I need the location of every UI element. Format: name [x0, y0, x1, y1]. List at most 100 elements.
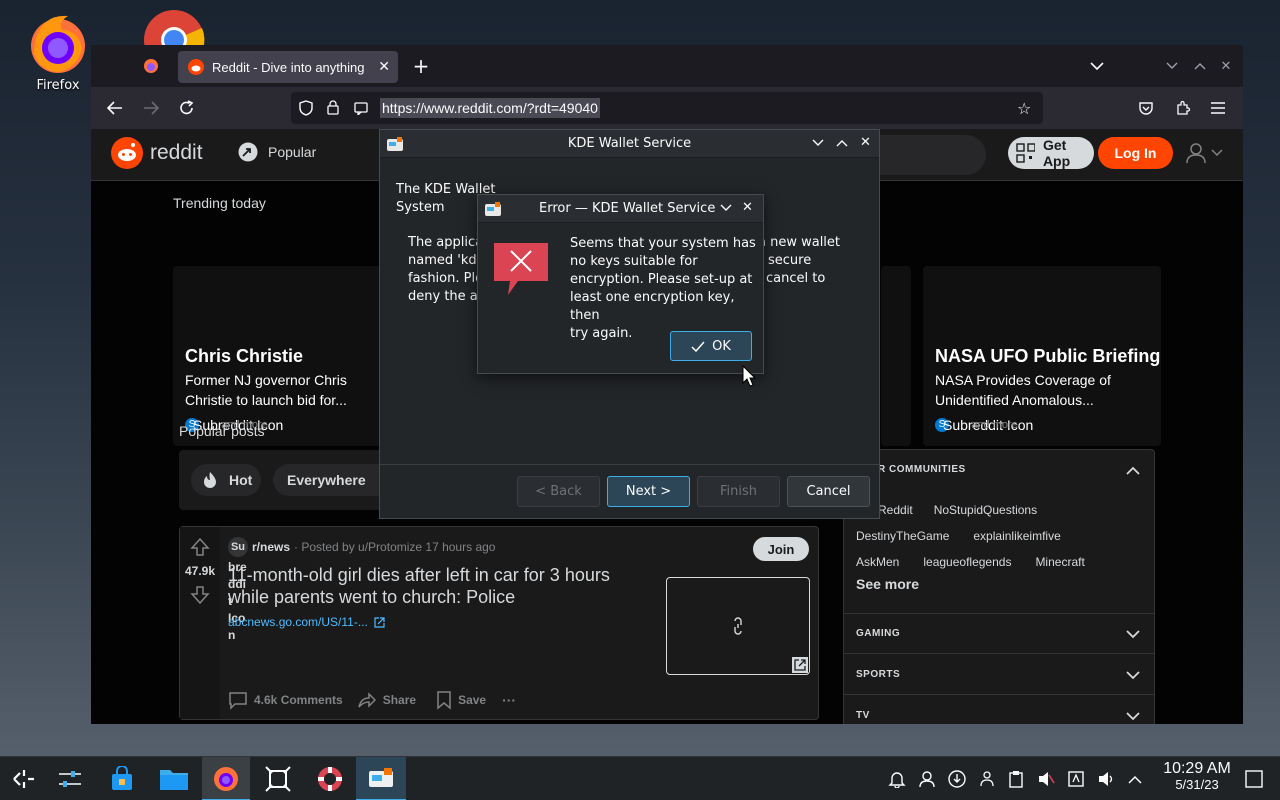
notifications-tray-icon[interactable]	[887, 769, 907, 789]
help-taskbar-item[interactable]	[306, 757, 354, 800]
subreddit-link[interactable]: r/news	[252, 540, 290, 554]
error-titlebar[interactable]: Error — KDE Wallet Service ✕	[478, 195, 763, 223]
close-icon[interactable]: ✕	[742, 200, 753, 215]
get-app-label: Get App	[1042, 137, 1071, 169]
ok-button[interactable]: OK	[670, 331, 752, 361]
kde-wallet-titlebar[interactable]: KDE Wallet Service ✕	[380, 130, 879, 158]
list-all-tabs-icon[interactable]	[1086, 55, 1108, 77]
user-menu-button[interactable]	[1185, 142, 1223, 164]
finish-button[interactable]: Finish	[697, 476, 780, 507]
desktop-firefox-icon[interactable]: Firefox	[26, 8, 90, 93]
post-title[interactable]: 11-month-old girl dies after left in car…	[228, 564, 648, 608]
tab-reddit[interactable]: Reddit - Dive into anything ✕	[178, 51, 398, 83]
system-settings-launcher[interactable]	[46, 757, 94, 800]
extensions-button[interactable]	[1172, 97, 1194, 119]
reload-button[interactable]	[175, 96, 199, 120]
close-window-icon[interactable]: ✕	[1216, 55, 1236, 77]
post-actions: 4.6k Comments Share Save ···	[228, 690, 516, 710]
tracking-protection-shield-icon[interactable]	[299, 100, 313, 120]
community-chip[interactable]: DestinyTheGame	[856, 529, 949, 543]
trending-card[interactable]: NASA UFO Public Briefing NASA Provides C…	[923, 266, 1161, 446]
qr-code-icon	[1016, 143, 1035, 163]
post-link[interactable]: abcnews.go.com/US/11-...	[228, 615, 385, 629]
back-button[interactable]	[103, 96, 127, 120]
clock[interactable]: 10:29 AM 5/31/23	[1150, 761, 1244, 793]
app-menu-button[interactable]	[1207, 97, 1229, 119]
tab-bar: Reddit - Dive into anything ✕ + ✕	[91, 45, 1243, 87]
join-button[interactable]: Join	[753, 537, 809, 561]
sort-hot-button[interactable]: Hot	[191, 464, 261, 496]
forward-button[interactable]	[139, 96, 163, 120]
minimize-icon[interactable]	[812, 139, 824, 147]
input-method-tray-icon[interactable]	[1066, 769, 1086, 789]
community-chip[interactable]: NoStupidQuestions	[934, 503, 1037, 517]
show-hidden-tray-icon[interactable]	[1125, 769, 1145, 789]
desktop-chrome-icon[interactable]	[142, 8, 206, 46]
trending-card-partial[interactable]	[881, 266, 911, 446]
window-manager-taskbar-item[interactable]	[254, 757, 302, 800]
file-manager-launcher[interactable]	[150, 757, 198, 800]
audio-muted-tray-icon[interactable]	[1036, 769, 1056, 789]
update-tray-icon[interactable]	[947, 769, 967, 789]
community-chip[interactable]: AskMen	[856, 555, 899, 569]
search-bar[interactable]	[876, 135, 986, 175]
share-icon	[357, 692, 376, 708]
next-button[interactable]: Next >	[607, 476, 690, 507]
post-card[interactable]: 47.9k Su r/news · Posted by u/Protomize …	[179, 526, 819, 720]
section-gaming[interactable]: GAMING	[844, 614, 1154, 654]
maximize-window-icon[interactable]	[1190, 55, 1210, 77]
comments-button[interactable]: 4.6k Comments	[228, 690, 343, 710]
popular-nav[interactable]: Popular	[238, 142, 316, 162]
trending-card[interactable]: Chris Christie Former NJ governor Chris …	[173, 266, 411, 446]
back-button[interactable]: < Back	[517, 476, 600, 507]
trending-subreddit[interactable]: S Subreddit Icon and more	[935, 417, 1033, 433]
save-button[interactable]: Save	[436, 690, 486, 710]
maximize-icon[interactable]	[836, 139, 848, 147]
community-chip[interactable]: leagueoflegends	[923, 555, 1011, 569]
section-sports[interactable]: SPORTS	[844, 655, 1154, 695]
get-app-button[interactable]: Get App	[1008, 137, 1094, 169]
post-thumbnail[interactable]	[666, 577, 810, 675]
community-chip[interactable]: explainlikeimfive	[973, 529, 1060, 543]
community-chip[interactable]: Minecraft	[1035, 555, 1084, 569]
application-launcher[interactable]	[0, 757, 48, 800]
show-desktop-icon[interactable]	[1244, 769, 1264, 789]
vote-count: 47.9k	[184, 564, 216, 578]
clipboard-tray-icon[interactable]	[1006, 769, 1026, 789]
see-more-link[interactable]: See more	[856, 576, 919, 592]
kwallet-taskbar-item[interactable]	[356, 757, 406, 800]
downvote-icon[interactable]	[190, 585, 210, 605]
url-bar[interactable]: https://www.reddit.com/?rdt=49040 ☆	[291, 92, 1043, 124]
reddit-logo[interactable]: reddit	[111, 137, 203, 169]
section-tv[interactable]: TV	[844, 696, 1154, 724]
login-button[interactable]: Log In	[1098, 137, 1173, 169]
discover-launcher[interactable]	[98, 757, 146, 800]
error-dialog: Error — KDE Wallet Service ✕ Seems that …	[477, 194, 764, 374]
url-text[interactable]: https://www.reddit.com/?rdt=49040	[380, 98, 600, 118]
close-icon[interactable]: ✕	[860, 135, 871, 150]
permissions-icon[interactable]	[354, 100, 368, 119]
firefox-view-tab[interactable]	[137, 55, 165, 77]
minimize-icon[interactable]	[720, 204, 732, 212]
community-chip[interactable]: Reddit	[878, 503, 913, 517]
bookmark-star-icon[interactable]: ☆	[1017, 99, 1031, 118]
checkmark-icon	[691, 341, 705, 352]
user-tray-icon[interactable]	[917, 769, 937, 789]
subreddit-avatar[interactable]: Su	[228, 537, 248, 557]
ok-label: OK	[712, 338, 731, 354]
lock-icon[interactable]	[327, 100, 339, 119]
volume-tray-icon[interactable]	[1096, 769, 1116, 789]
body-line: a new wallet	[758, 235, 841, 250]
share-button[interactable]: Share	[357, 690, 416, 710]
more-options-icon[interactable]: ···	[502, 692, 516, 708]
minimize-window-icon[interactable]	[1162, 55, 1182, 77]
kde-wallet-body-right: a new wallet secure cancel to	[758, 234, 840, 288]
kdeconnect-tray-icon[interactable]	[977, 769, 997, 789]
new-tab-button[interactable]: +	[409, 54, 433, 78]
upvote-icon[interactable]	[190, 537, 210, 557]
popular-communities-header[interactable]: ULAR COMMUNITIES	[844, 450, 1154, 490]
cancel-button[interactable]: Cancel	[787, 476, 870, 507]
tab-close-icon[interactable]: ✕	[378, 59, 390, 75]
pocket-button[interactable]	[1135, 97, 1157, 119]
firefox-taskbar-item[interactable]	[202, 757, 250, 800]
